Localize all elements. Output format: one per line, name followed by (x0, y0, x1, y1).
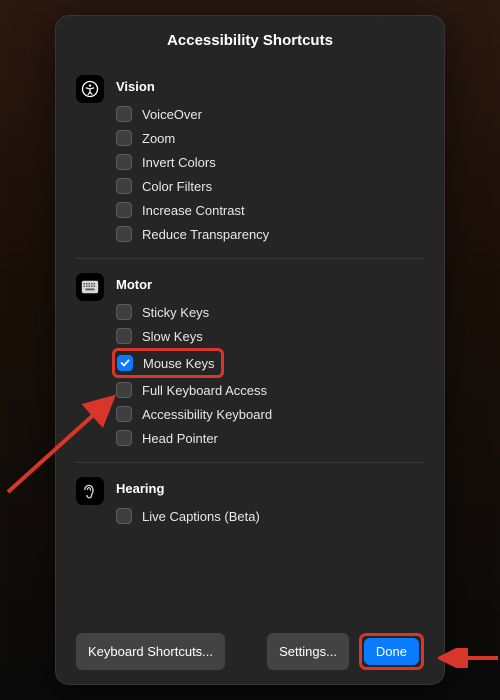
option-label: Slow Keys (142, 329, 203, 344)
done-button[interactable]: Done (364, 638, 419, 665)
sections-container: Vision VoiceOver Zoom Invert Colors Colo… (76, 67, 424, 621)
option-label: Sticky Keys (142, 305, 209, 320)
checkbox-reduce-transparency[interactable] (116, 226, 132, 242)
checkbox-head-pointer[interactable] (116, 430, 132, 446)
checkbox-voiceover[interactable] (116, 106, 132, 122)
section-title-motor: Motor (116, 277, 424, 292)
footer: Keyboard Shortcuts... Settings... Done (76, 621, 424, 670)
option-accessibility-keyboard[interactable]: Accessibility Keyboard (116, 402, 424, 426)
section-vision: Vision VoiceOver Zoom Invert Colors Colo… (76, 67, 424, 258)
option-invert-colors[interactable]: Invert Colors (116, 150, 424, 174)
option-full-keyboard-access[interactable]: Full Keyboard Access (116, 378, 424, 402)
section-title-vision: Vision (116, 79, 424, 94)
checkbox-mouse-keys[interactable] (117, 355, 133, 371)
option-label: Reduce Transparency (142, 227, 269, 242)
option-label: Accessibility Keyboard (142, 407, 272, 422)
option-label: Head Pointer (142, 431, 218, 446)
panel-title: Accessibility Shortcuts (76, 32, 424, 49)
option-live-captions[interactable]: Live Captions (Beta) (116, 504, 424, 528)
highlight-mouse-keys: Mouse Keys (112, 348, 224, 378)
ear-icon (76, 477, 104, 505)
highlight-done: Done (359, 633, 424, 670)
checkbox-full-keyboard-access[interactable] (116, 382, 132, 398)
option-color-filters[interactable]: Color Filters (116, 174, 424, 198)
checkbox-increase-contrast[interactable] (116, 202, 132, 218)
checkbox-sticky-keys[interactable] (116, 304, 132, 320)
checkbox-live-captions[interactable] (116, 508, 132, 524)
keyboard-shortcuts-button[interactable]: Keyboard Shortcuts... (76, 633, 225, 670)
option-voiceover[interactable]: VoiceOver (116, 102, 424, 126)
checkbox-color-filters[interactable] (116, 178, 132, 194)
option-slow-keys[interactable]: Slow Keys (116, 324, 424, 348)
annotation-arrow-done (438, 648, 500, 668)
accessibility-shortcuts-panel: Accessibility Shortcuts Vision VoiceOver (55, 15, 445, 685)
accessibility-icon (76, 75, 104, 103)
checkbox-accessibility-keyboard[interactable] (116, 406, 132, 422)
section-hearing: Hearing Live Captions (Beta) (76, 462, 424, 540)
settings-button[interactable]: Settings... (267, 633, 349, 670)
checkbox-invert-colors[interactable] (116, 154, 132, 170)
option-label: Zoom (142, 131, 175, 146)
option-sticky-keys[interactable]: Sticky Keys (116, 300, 424, 324)
option-label: Mouse Keys (143, 356, 215, 371)
option-label: VoiceOver (142, 107, 202, 122)
option-label: Color Filters (142, 179, 212, 194)
option-label: Increase Contrast (142, 203, 245, 218)
option-label: Live Captions (Beta) (142, 509, 260, 524)
section-motor: Motor Sticky Keys Slow Keys Mouse Keys (76, 258, 424, 462)
option-reduce-transparency[interactable]: Reduce Transparency (116, 222, 424, 246)
checkbox-slow-keys[interactable] (116, 328, 132, 344)
option-zoom[interactable]: Zoom (116, 126, 424, 150)
option-increase-contrast[interactable]: Increase Contrast (116, 198, 424, 222)
option-head-pointer[interactable]: Head Pointer (116, 426, 424, 450)
checkbox-zoom[interactable] (116, 130, 132, 146)
option-mouse-keys[interactable]: Mouse Keys (117, 353, 215, 373)
option-label: Full Keyboard Access (142, 383, 267, 398)
option-label: Invert Colors (142, 155, 216, 170)
section-title-hearing: Hearing (116, 481, 424, 496)
keyboard-icon (76, 273, 104, 301)
